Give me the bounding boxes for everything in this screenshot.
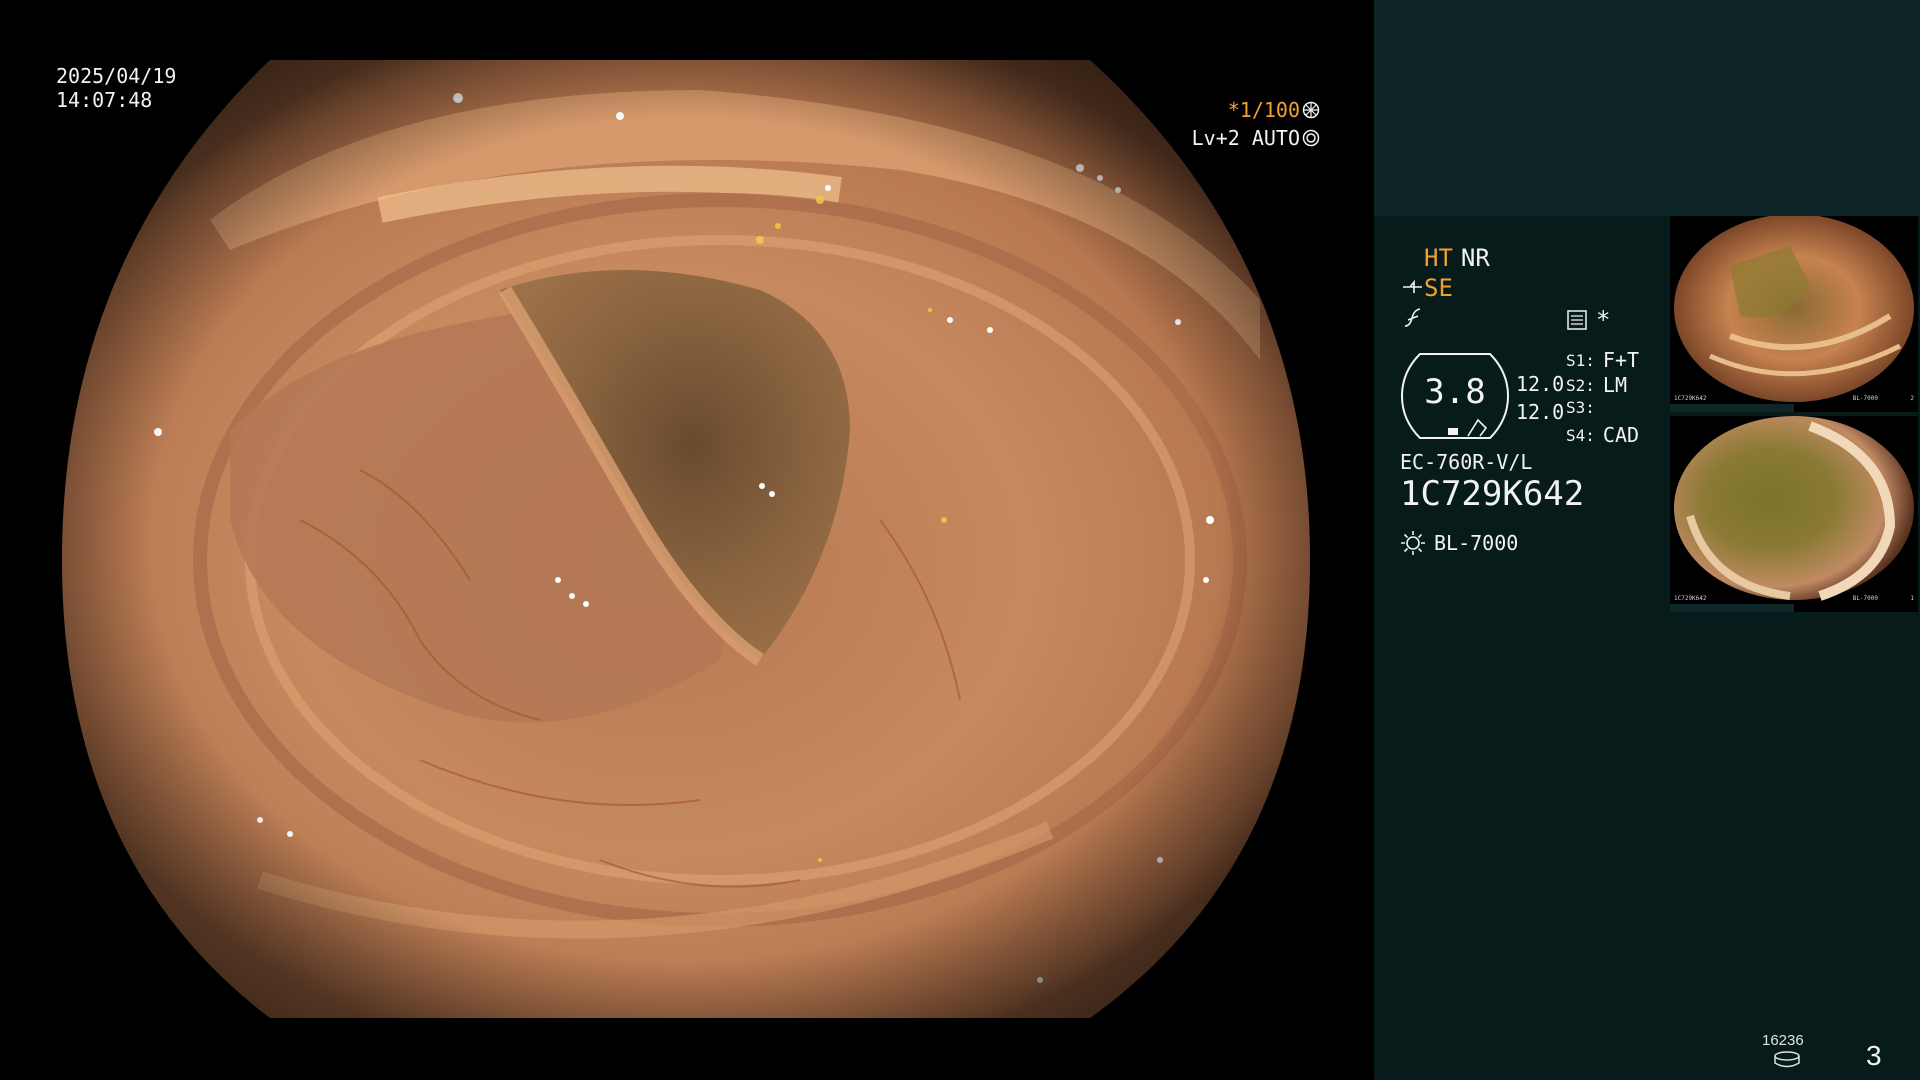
captured-image-thumbnail[interactable]: 1C729K642 BL-7000 1 [1670, 416, 1918, 612]
light-source-icon [1401, 531, 1425, 555]
scope-model: EC-760R-V/L [1400, 450, 1533, 474]
se-row: SE [1402, 274, 1453, 302]
se-label: SE [1424, 274, 1453, 302]
date-label: 2025/04/19 [56, 64, 177, 88]
image-mode-row: * [1566, 306, 1610, 334]
parameter-value-1: 12.0 [1516, 372, 1565, 396]
thumbnail-light: BL-7000 [1852, 595, 1878, 602]
shutter-wheel-icon [1302, 101, 1320, 119]
switch-row-s2: S2: LM [1566, 373, 1627, 397]
switch-value: CAD [1602, 423, 1640, 447]
date-time-display: 2025/04/19 14:07:48 [56, 64, 176, 112]
brightness-level-label: Lv+2 AUTO [1191, 126, 1300, 150]
thumbnail-image [1674, 416, 1914, 601]
shutter-speed-label: *1/100 [1227, 98, 1300, 122]
thumbnail-serial: 1C729K642 [1674, 395, 1707, 402]
thumbnail-serial: 1C729K642 [1674, 595, 1707, 602]
switch-value: LM [1602, 373, 1627, 397]
colon-lumen-image [62, 60, 1310, 1018]
captured-image-thumbnail[interactable]: 1C729K642 BL-7000 2 [1670, 216, 1918, 412]
thumbnail-index: 1 [1910, 595, 1914, 602]
contrast-curve-icon [1404, 308, 1421, 327]
scope-serial-number: 1C729K642 [1400, 474, 1585, 514]
thumbnail-bar [1670, 404, 1794, 412]
switch-row-s3: S3: [1566, 398, 1603, 417]
switch-row-s4: S4: CAD [1566, 423, 1639, 447]
zoom-value: 3.8 [1424, 372, 1486, 412]
main-endoscope-view: 2025/04/19 14:07:48 *1/100 Lv+2 AUTO [0, 0, 1372, 1080]
switch-id: S1: [1566, 350, 1595, 370]
light-source-label: BL-7000 [1434, 531, 1519, 555]
structure-enhancement-icon [1403, 279, 1422, 293]
image-mode-star: * [1596, 306, 1611, 334]
auto-iris-icon [1302, 129, 1320, 147]
light-source-row: BL-7000 [1400, 530, 1518, 556]
brightness-level-display: Lv+2 AUTO [1192, 126, 1320, 150]
switch-id: S2: [1566, 375, 1595, 395]
switch-id: S4: [1566, 425, 1595, 445]
time-label: 14:07:48 [56, 88, 153, 112]
contrast-row [1402, 306, 1424, 334]
thumbnail-light: BL-7000 [1852, 395, 1878, 402]
page-number: 3 [1866, 1040, 1882, 1071]
parameter-value-2: 12.0 [1516, 400, 1565, 424]
thumbnail-index: 2 [1910, 395, 1914, 402]
ht-label: HT [1424, 244, 1453, 272]
switch-value: F+T [1602, 348, 1640, 372]
storage-disk-icon [1774, 1051, 1800, 1068]
ht-nr-row: HT NR [1424, 244, 1490, 272]
thumbnail-bar [1670, 604, 1794, 612]
image-count: 16236 [1762, 1032, 1804, 1049]
image-mode-icon [1567, 310, 1587, 330]
shutter-speed-display: *1/100 [1228, 98, 1320, 122]
endoscopy-monitor: 2025/04/19 14:07:48 *1/100 Lv+2 AUTO HT … [0, 0, 1920, 1080]
nr-label: NR [1460, 244, 1490, 272]
switch-row-s1: S1: F+T [1566, 348, 1639, 372]
switch-id: S3: [1566, 398, 1595, 417]
thumbnail-image [1674, 216, 1914, 402]
info-panel-header [1374, 0, 1920, 216]
